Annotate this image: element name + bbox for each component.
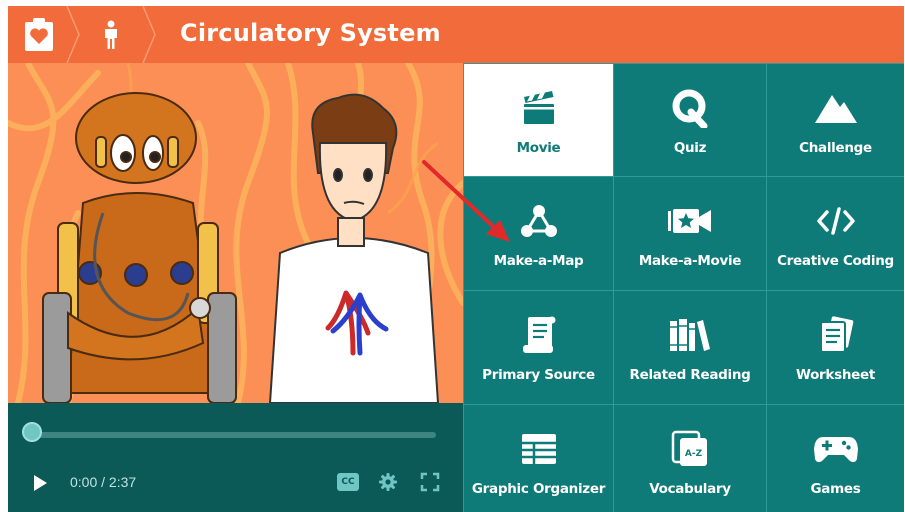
tile-label: Related Reading [629, 367, 751, 383]
fullscreen-button[interactable] [418, 471, 442, 493]
breadcrumb-chevron [66, 6, 80, 63]
video-frame-illustration [8, 63, 463, 403]
tile-vocabulary[interactable]: A-Z Vocabulary [613, 404, 766, 512]
play-icon [34, 475, 47, 491]
tile-label: Make-a-Map [493, 253, 584, 269]
scroll-icon [522, 316, 555, 353]
tile-label: Challenge [799, 140, 872, 156]
clapperboard-icon [523, 91, 554, 124]
tile-label: Movie [516, 140, 561, 156]
person-icon [105, 20, 117, 49]
tile-make-a-movie[interactable]: Make-a-Movie [613, 176, 766, 290]
tile-label: Quiz [673, 140, 707, 156]
current-time: 0:00 [70, 474, 98, 490]
tile-label: Vocabulary [649, 481, 731, 497]
tile-challenge[interactable]: Challenge [766, 63, 904, 176]
tile-primary-source[interactable]: Primary Source [463, 290, 613, 404]
quiz-q-icon [672, 89, 708, 128]
tile-worksheet[interactable]: Worksheet [766, 290, 904, 404]
books-icon [670, 319, 710, 351]
tile-label: Creative Coding [777, 253, 894, 269]
closed-captions-icon: CC [337, 473, 359, 491]
tile-graphic-organizer[interactable]: Graphic Organizer [463, 404, 613, 512]
topic-breadcrumb[interactable] [80, 6, 142, 63]
code-brackets-icon [816, 207, 855, 235]
time-separator: / [97, 474, 109, 490]
tile-quiz[interactable]: Quiz [613, 63, 766, 176]
tile-related-reading[interactable]: Related Reading [613, 290, 766, 404]
settings-button[interactable] [376, 471, 400, 493]
gamepad-icon [813, 437, 858, 463]
gear-icon [379, 473, 397, 491]
video-camera-star-icon [668, 209, 711, 233]
mountain-icon [814, 95, 857, 123]
svg-text:A-Z: A-Z [685, 449, 703, 459]
play-button[interactable] [30, 473, 50, 493]
worksheet-icon [819, 316, 853, 353]
home-breadcrumb[interactable] [8, 6, 70, 63]
tile-label: Games [810, 481, 861, 497]
tile-creative-coding[interactable]: Creative Coding [766, 176, 904, 290]
concept-map-icon [520, 205, 557, 237]
duration: 2:37 [108, 474, 137, 490]
tile-label: Make-a-Movie [638, 253, 742, 269]
video-player[interactable]: 0:00 / 2:37 CC [8, 63, 463, 512]
header-bar: Circulatory System [8, 6, 904, 63]
tile-label: Primary Source [482, 367, 595, 383]
time-display: 0:00 / 2:37 [70, 474, 136, 490]
app-frame: Circulatory System 0:00 / 2:37 CC Movie … [8, 6, 904, 512]
progress-bar[interactable] [32, 432, 436, 438]
tile-make-a-map[interactable]: Make-a-Map [463, 176, 613, 290]
feature-grid: Movie Quiz Challenge Make-a-Map Make-a-M… [463, 63, 904, 512]
heart-clipboard-icon [25, 17, 53, 51]
tile-games[interactable]: Games [766, 404, 904, 512]
breadcrumb-chevron [142, 6, 156, 63]
progress-handle[interactable] [22, 422, 42, 442]
table-grid-icon [521, 434, 556, 464]
video-controls: 0:00 / 2:37 CC [8, 403, 463, 512]
a-z-cards-icon: A-Z [671, 430, 707, 466]
cc-label: CC [341, 477, 355, 487]
fullscreen-icon [420, 472, 440, 492]
tile-label: Worksheet [795, 367, 876, 383]
page-title: Circulatory System [180, 19, 441, 47]
tile-label: Graphic Organizer [471, 481, 606, 497]
closed-captions-button[interactable]: CC [336, 471, 360, 493]
tile-movie[interactable]: Movie [463, 63, 613, 176]
